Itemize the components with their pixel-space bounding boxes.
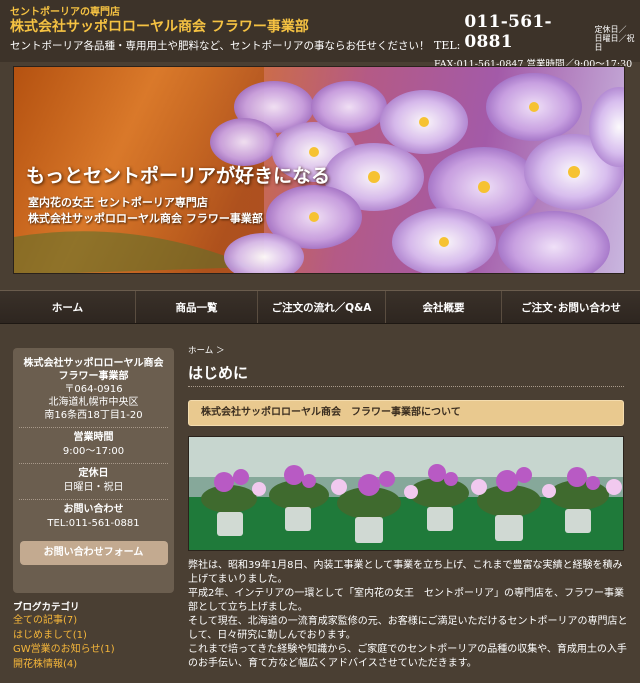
hero-banner: もっとセントポーリアが好きになる 室内花の女王 セントポーリア専門店 株式会社サ… (13, 66, 625, 274)
sidebar-contact-tel: TEL:011-561-0881 (47, 518, 140, 529)
nav-contact[interactable]: ご注文･お問い合わせ (502, 291, 640, 323)
nav-products[interactable]: 商品一覧 (136, 291, 258, 323)
sidebar-contact-section: お問い合わせ TEL:011-561-0881 (19, 500, 168, 535)
closed-days-label: 定休日／ (594, 25, 627, 34)
blog-category-intro[interactable]: はじめまして(1) (13, 629, 183, 644)
site-logo-title[interactable]: 株式会社サッポロローヤル商会 フラワー事業部 (10, 16, 309, 36)
tel-note: 定休日／ 日曜日／祝日 (595, 25, 640, 52)
sidebar-company-section: 株式会社サッポロローヤル商会 フラワー事業部 〒064-0916 北海道札幌市中… (19, 354, 168, 428)
hero-subtitle: 室内花の女王 セントポーリア専門店 (28, 196, 208, 209)
blog-category-gw-notice[interactable]: GW営業のお知らせ(1) (13, 643, 183, 658)
intro-paragraph: 平成2年、インテリアの一環として「室内花の女王 セントポーリア」の専門店を、フラ… (188, 588, 625, 613)
sidebar-hours-section: 営業時間 9:00～17:00 (19, 428, 168, 464)
sidebar-closed-heading: 定休日 (78, 468, 109, 479)
violets-display-photo (188, 436, 624, 551)
site-header: セントポーリアの専門店 株式会社サッポロローヤル商会 フラワー事業部 セントポー… (0, 0, 640, 70)
blog-category-all[interactable]: 全ての記事(7) (13, 614, 183, 629)
blog-category-blooming[interactable]: 開花株情報(4) (13, 658, 183, 673)
nav-home[interactable]: ホーム (0, 291, 136, 323)
contact-info: TEL: 011-561-0881 定休日／ 日曜日／祝日 FAX:011-56… (434, 12, 639, 70)
hero-company: 株式会社サッポロローヤル商会 フラワー事業部 (28, 212, 263, 225)
nav-company[interactable]: 会社概要 (386, 291, 502, 323)
main-nav: ホーム 商品一覧 ご注文の流れ／Q&A 会社概要 ご注文･お問い合わせ (0, 290, 640, 324)
sidebar-hours: 9:00～17:00 (62, 446, 125, 457)
contact-form-button[interactable]: お問い合わせフォーム (19, 541, 168, 565)
sidebar-closed-days: 日曜日・祝日 (63, 482, 124, 493)
intro-paragraph: 弊社は、昭和39年1月8日、内装工事業として事業を立ち上げ、これまで豊富な実績と… (188, 560, 623, 585)
intro-paragraph: これまで培ってきた経験や知識から、ご家庭でのセントポーリアの品種の収集や、育成用… (188, 644, 627, 669)
tel-label: TEL: (434, 39, 461, 52)
sidebar-hours-heading: 営業時間 (73, 432, 114, 443)
sidebar-closed-section: 定休日 日曜日・祝日 (19, 464, 168, 500)
closed-days-value: 日曜日／祝日 (594, 34, 635, 52)
title-divider (188, 386, 624, 387)
sidebar-contact-heading: お問い合わせ (63, 504, 124, 515)
section-heading: 株式会社サッポロローヤル商会 フラワー事業部について (188, 400, 624, 426)
sidebar-postal-code: 〒064-0916 (64, 384, 123, 395)
potted-violets-image (189, 437, 623, 550)
sidebar-info-box: 株式会社サッポロローヤル商会 フラワー事業部 〒064-0916 北海道札幌市中… (13, 348, 174, 593)
sidebar-address-line1: 北海道札幌市中央区 (48, 397, 139, 408)
page-title: はじめに (188, 364, 249, 382)
blog-categories-heading: ブログカテゴリ (13, 602, 80, 613)
site-description: セントポーリア各品種・専用用土や肥料など、セントポーリアの事ならお任せください！ (10, 40, 430, 52)
intro-body: 弊社は、昭和39年1月8日、内装工事業として事業を立ち上げ、これまで豊富な実績と… (188, 559, 628, 671)
sidebar-division-name: フラワー事業部 (58, 371, 129, 382)
nav-order-flow-faq[interactable]: ご注文の流れ／Q&A (258, 291, 386, 323)
sidebar-company-name: 株式会社サッポロローヤル商会 (23, 358, 164, 369)
breadcrumb[interactable]: ホーム ＞ (188, 344, 224, 356)
blog-categories: ブログカテゴリ 全ての記事(7) はじめまして(1) GW営業のお知らせ(1) … (13, 602, 183, 672)
sidebar-address-line2: 南16条西18丁目1-20 (44, 410, 143, 421)
tel-number: 011-561-0881 (464, 12, 552, 52)
hero-headline: もっとセントポーリアが好きになる (26, 165, 331, 187)
intro-paragraph: そして現在、北海道の一流育成家監修の元、お客様にご満足いただけるセントポーリアの… (188, 616, 628, 641)
